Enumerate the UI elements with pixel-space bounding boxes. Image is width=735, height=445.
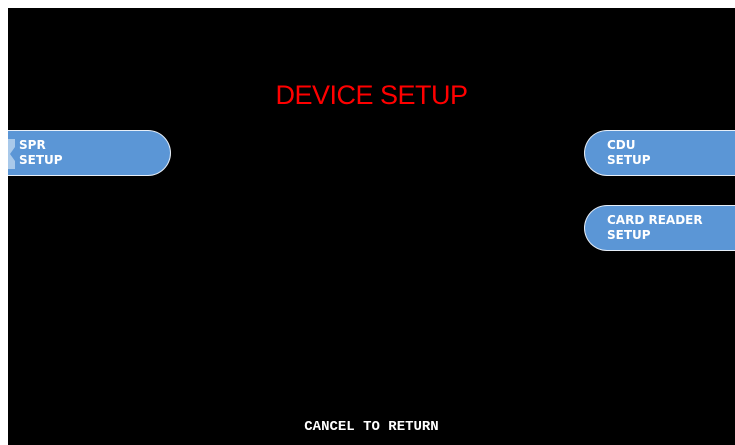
- spr-setup-label-line2: SETUP: [19, 153, 63, 167]
- spr-setup-label-line1: SPR: [19, 138, 46, 152]
- cdu-setup-label-line1: CDU: [607, 138, 636, 152]
- left-edge-tab-icon: [8, 139, 15, 169]
- card-reader-setup-label-line2: SETUP: [607, 228, 651, 242]
- atm-screen: DEVICE SETUP SPR SETUP CDU SETUP CARD RE…: [8, 8, 735, 445]
- screen-title: DEVICE SETUP: [275, 80, 468, 110]
- cdu-setup-label-line2: SETUP: [607, 153, 651, 167]
- card-reader-setup-button[interactable]: CARD READER SETUP: [584, 205, 735, 251]
- cdu-setup-button[interactable]: CDU SETUP: [584, 130, 735, 176]
- spr-setup-button[interactable]: SPR SETUP: [8, 130, 171, 176]
- card-reader-setup-label-line1: CARD READER: [607, 213, 703, 227]
- cancel-to-return-hint: CANCEL TO RETURN: [304, 419, 439, 435]
